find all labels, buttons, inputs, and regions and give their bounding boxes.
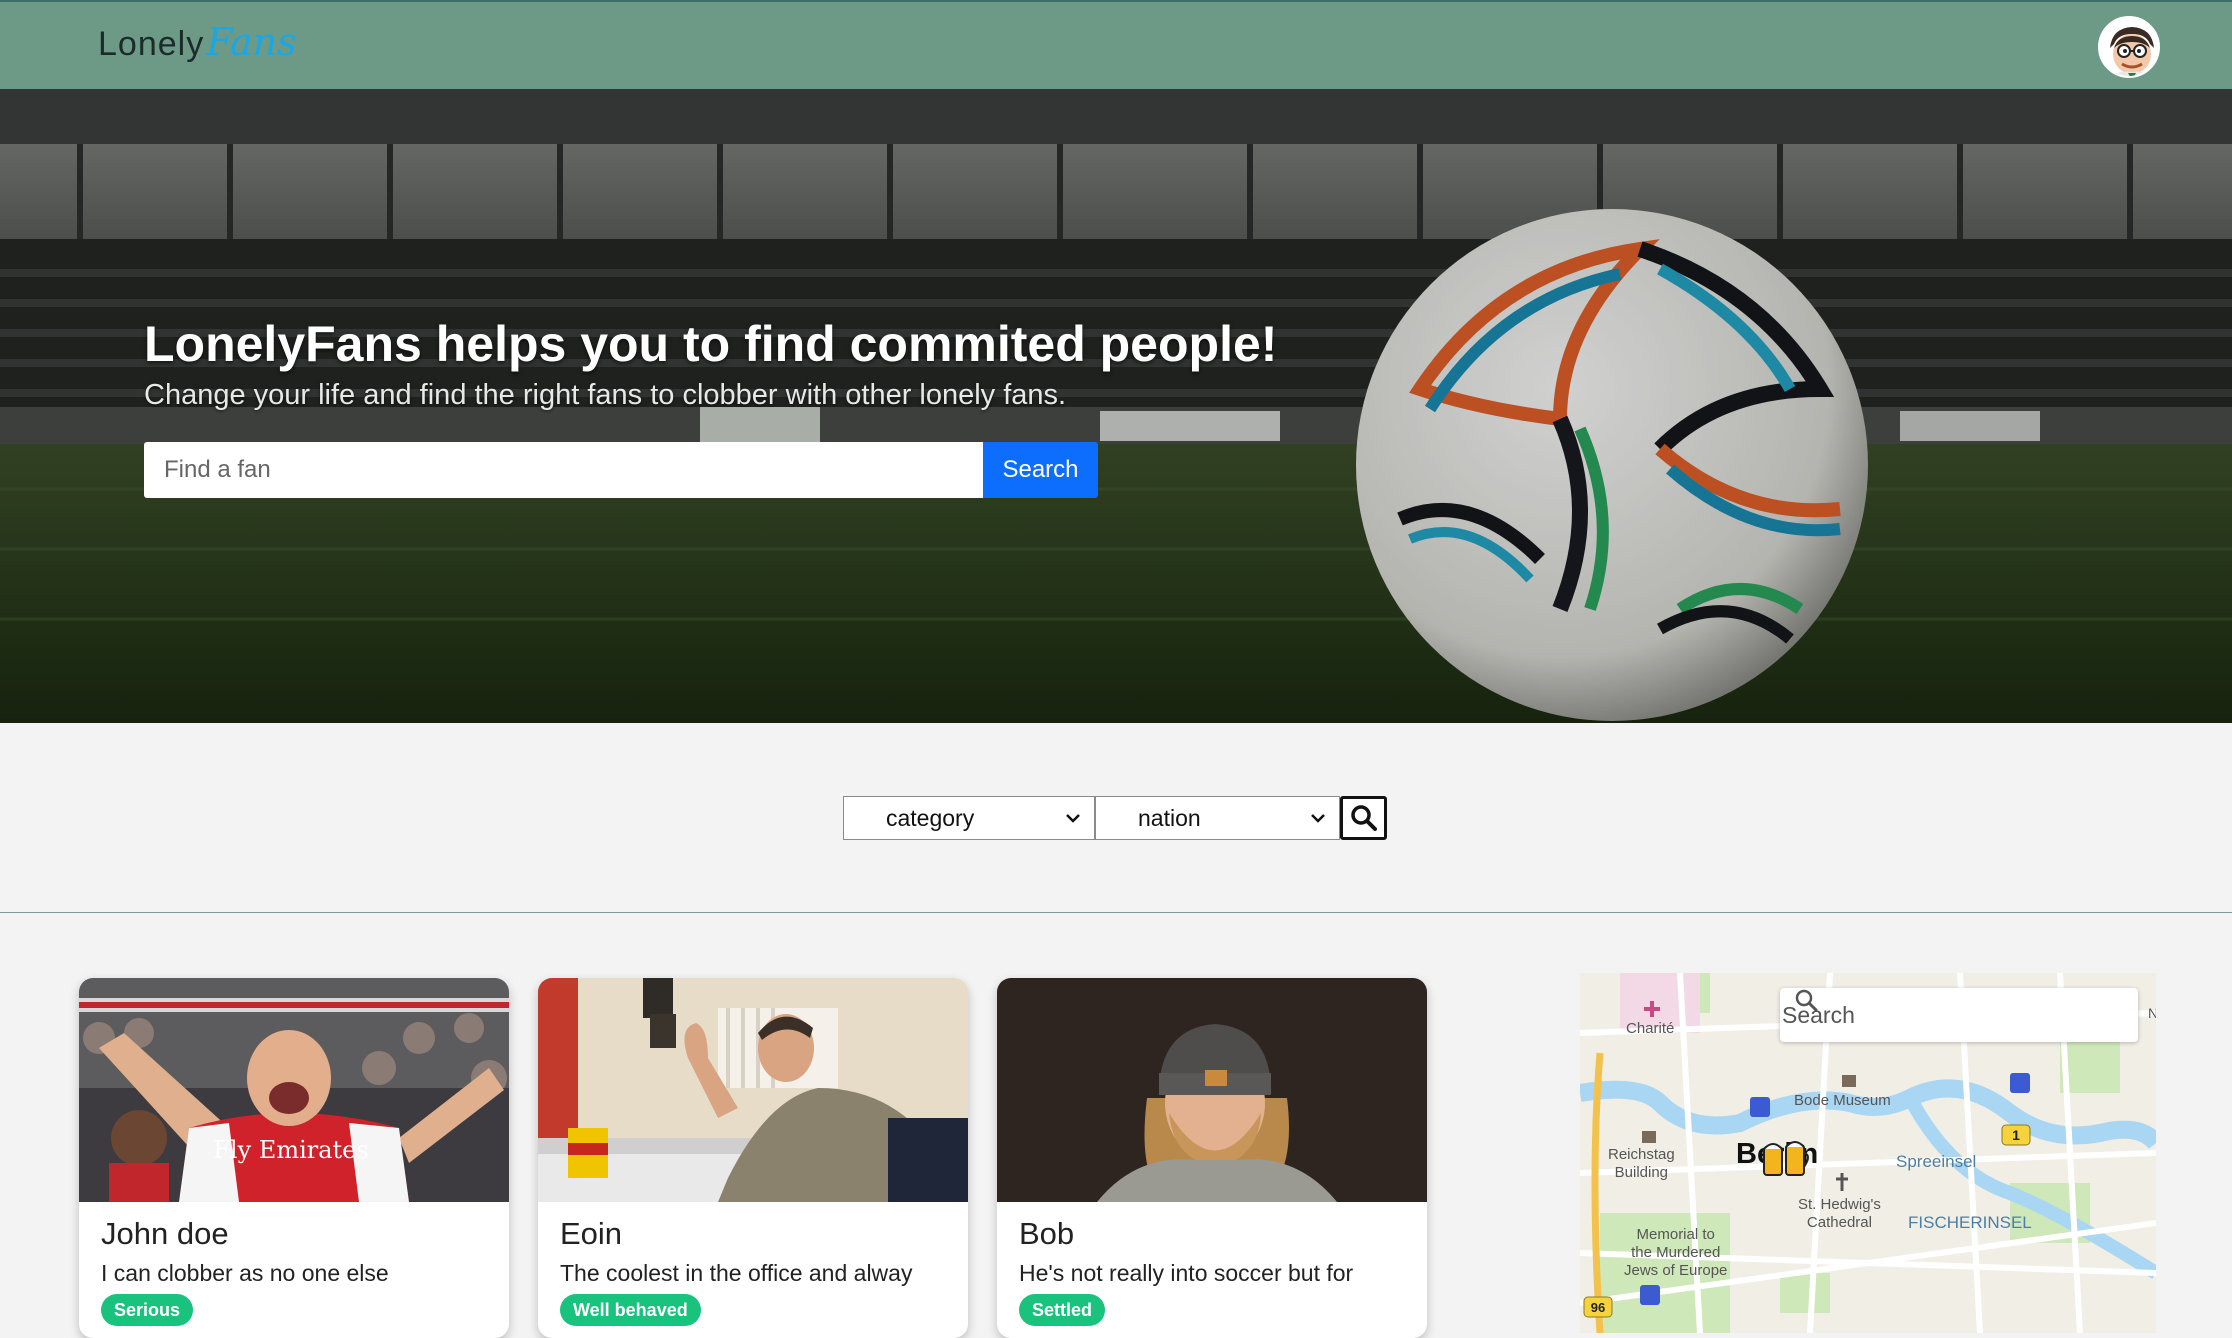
profile-description: The coolest in the office and alway [560, 1260, 913, 1286]
hero-banner: LonelyFans helps you to find commited pe… [0, 89, 2232, 723]
chevron-down-icon [1311, 814, 1325, 823]
navbar: Lonely Fans [0, 0, 2232, 89]
map-label-spreeinsel: Spreeinsel [1896, 1152, 1977, 1171]
status-badge: Settled [1019, 1294, 1106, 1326]
profile-name: Eoin [560, 1216, 623, 1251]
profile-description: He's not really into soccer but for [1019, 1260, 1354, 1286]
fan-photo-image [538, 978, 968, 1202]
fan-photo-image: Fly Emirates [79, 978, 509, 1202]
profile-name: John doe [101, 1216, 229, 1251]
logo-text-lonely: Lonely [98, 25, 205, 63]
category-select-value: category [886, 804, 975, 831]
logo[interactable]: Lonely Fans [98, 20, 297, 70]
logo-text-fans: Fans [206, 20, 297, 64]
map-label-bode-museum: Bode Museum [1794, 1092, 1891, 1109]
road-96-label: 96 [1591, 1300, 1605, 1315]
search-icon [1350, 805, 1377, 831]
chevron-down-icon [1066, 814, 1080, 823]
beer-mug-marker-icon[interactable] [1760, 1137, 1812, 1181]
profile-description: I can clobber as no one else [101, 1260, 389, 1286]
avatar-image [2100, 18, 2158, 76]
map-label-charite: Charité [1626, 1020, 1675, 1037]
hero-subtitle: Change your life and find the right fans… [144, 379, 1067, 411]
nation-select[interactable]: nation [1095, 796, 1340, 840]
hero-search-form: Search [144, 442, 1098, 498]
shirt-sponsor-text: Fly Emirates [213, 1136, 368, 1164]
map-search-box[interactable] [1780, 988, 2138, 1042]
profile-card[interactable]: Eoin The coolest in the office and alway… [538, 978, 968, 1338]
hero-title: LonelyFans helps you to find commited pe… [144, 316, 1278, 372]
map-label-memorial: Memorial to the Murdered Jews of Europe [1624, 1226, 1728, 1279]
filter-bar: category nation [0, 723, 2232, 913]
profile-name: Bob [1019, 1216, 1075, 1251]
category-select[interactable]: category [843, 796, 1095, 840]
status-badge: Serious [101, 1294, 194, 1326]
map-label-reichstag: Reichstag Building [1608, 1146, 1675, 1181]
road-1-label: 1 [2012, 1127, 2020, 1143]
profile-photo [538, 978, 968, 1202]
map-label-fischerinsel: FISCHERINSEL [1908, 1213, 2032, 1232]
map-label-st-hedwigs: St. Hedwig's Cathedral [1798, 1196, 1881, 1231]
find-fan-input[interactable] [144, 442, 983, 498]
profile-photo: Fly Emirates [79, 978, 509, 1202]
profile-photo [997, 978, 1427, 1202]
profile-card[interactable]: Fly Emirates John doe I can clobber as n… [79, 978, 509, 1338]
hero-search-button[interactable]: Search [983, 442, 1098, 498]
compass-n-label: N [2148, 1005, 2156, 1021]
profile-card[interactable]: Bob He's not really into soccer but for … [997, 978, 1427, 1338]
nation-select-value: nation [1138, 804, 1201, 831]
map-search-input[interactable] [1780, 1000, 2060, 1030]
map-widget[interactable]: 1 96 N Charité Bode Museum Reichstag Bui… [1580, 973, 2156, 1333]
user-avatar[interactable] [2098, 16, 2160, 78]
filter-search-button[interactable] [1340, 796, 1387, 840]
search-icon [1795, 989, 1818, 1012]
fan-photo-image [997, 978, 1427, 1202]
status-badge: Well behaved [560, 1294, 701, 1326]
